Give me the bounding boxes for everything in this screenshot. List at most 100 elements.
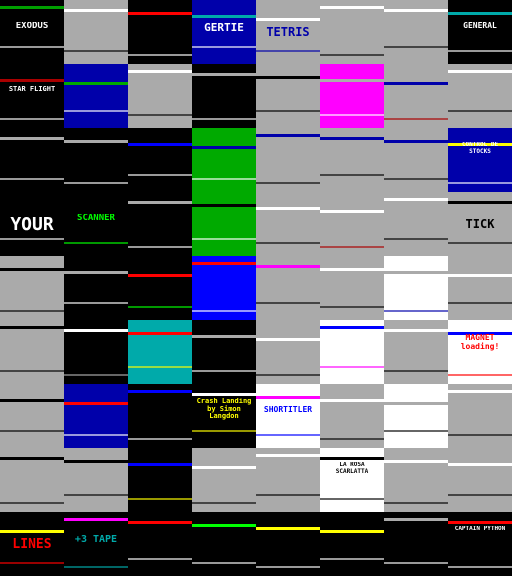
thumbnail-stripe [448, 566, 512, 568]
thumbnail-tile[interactable] [448, 64, 512, 128]
thumbnail-tile[interactable] [384, 0, 448, 64]
thumbnail-tile[interactable] [384, 256, 448, 320]
thumbnail-tile[interactable] [320, 320, 384, 384]
thumbnail-tile[interactable] [320, 64, 384, 128]
thumbnail-stripe [192, 15, 256, 18]
thumbnail-tile[interactable] [128, 64, 192, 128]
thumbnail-tile[interactable] [128, 384, 192, 448]
thumbnail-tile[interactable]: STAR FLIGHT [0, 64, 64, 128]
thumbnail-tile[interactable] [192, 320, 256, 384]
thumbnail-stripe [320, 366, 384, 368]
thumbnail-tile[interactable]: LA ROSA SCARLATTA [320, 448, 384, 512]
thumbnail-tile[interactable] [384, 192, 448, 256]
thumbnail-tile[interactable] [64, 128, 128, 192]
thumbnail-tile[interactable] [256, 256, 320, 320]
thumbnail-tile[interactable] [320, 256, 384, 320]
thumbnail-tile[interactable]: SCANNER [64, 192, 128, 256]
thumbnail-tile[interactable]: YOUR [0, 192, 64, 256]
thumbnail-tile[interactable] [192, 448, 256, 512]
thumbnail-tile[interactable] [128, 448, 192, 512]
thumbnail-tile[interactable] [384, 64, 448, 128]
thumbnail-tile[interactable] [128, 128, 192, 192]
thumbnail-stripe [128, 201, 192, 204]
thumbnail-tile[interactable] [128, 0, 192, 64]
thumbnail-tile[interactable] [256, 320, 320, 384]
thumbnail-tile[interactable]: Crash Landing by Simon Langdon [192, 384, 256, 448]
thumbnail-tile[interactable]: TICK [448, 192, 512, 256]
thumbnail-stripe [320, 210, 384, 213]
thumbnail-tile[interactable] [192, 128, 256, 192]
thumbnail-stripe [256, 18, 320, 21]
thumbnail-tile[interactable] [64, 384, 128, 448]
thumbnail-tile[interactable] [0, 384, 64, 448]
thumbnail-stripe [192, 310, 256, 312]
thumbnail-stripe [0, 457, 64, 460]
thumbnail-tile[interactable] [384, 384, 448, 448]
thumbnail-stripe [256, 50, 320, 52]
thumbnail-tile[interactable] [256, 192, 320, 256]
thumbnail-tile[interactable] [384, 448, 448, 512]
thumbnail-stripe [64, 329, 128, 332]
thumbnail-tile[interactable] [128, 512, 192, 576]
thumbnail-stripe [384, 502, 448, 504]
thumbnail-tile[interactable] [384, 512, 448, 576]
thumbnail-stripe [0, 79, 64, 82]
thumbnail-tile[interactable]: TETRIS [256, 0, 320, 64]
thumbnail-tile[interactable] [128, 192, 192, 256]
thumbnail-tile[interactable] [256, 64, 320, 128]
thumbnail-tile[interactable] [0, 448, 64, 512]
thumbnail-tile[interactable] [384, 320, 448, 384]
thumbnail-tile[interactable]: GERTIE [192, 0, 256, 64]
thumbnail-stripe [384, 562, 448, 564]
thumbnail-tile[interactable] [128, 256, 192, 320]
thumbnail-tile[interactable] [256, 512, 320, 576]
thumbnail-tile[interactable] [320, 512, 384, 576]
thumbnail-tile[interactable] [192, 256, 256, 320]
thumbnail-stripe [256, 434, 320, 436]
thumbnail-stripe [0, 6, 64, 9]
thumbnail-tile[interactable] [64, 256, 128, 320]
thumbnail-tile[interactable] [0, 256, 64, 320]
thumbnail-tile[interactable] [64, 320, 128, 384]
thumbnail-stripe [128, 558, 192, 560]
thumbnail-stripe [128, 332, 192, 335]
thumbnail-stripe [64, 302, 128, 304]
thumbnail-tile[interactable] [192, 64, 256, 128]
thumbnail-tile[interactable] [320, 0, 384, 64]
thumbnail-tile[interactable] [448, 256, 512, 320]
thumbnail-stripe [384, 118, 448, 120]
thumbnail-tile[interactable]: GENERAL [448, 0, 512, 64]
thumbnail-tile[interactable] [0, 320, 64, 384]
thumbnail-stripe [128, 438, 192, 440]
thumbnail-stripe [256, 207, 320, 210]
thumbnail-tile[interactable] [64, 64, 128, 128]
thumbnail-tile[interactable] [64, 0, 128, 64]
thumbnail-tile[interactable] [0, 128, 64, 192]
thumbnail-tile[interactable]: MAGNET loading! [448, 320, 512, 384]
thumbnail-tile[interactable] [448, 384, 512, 448]
thumbnail-tile[interactable] [320, 128, 384, 192]
thumbnail-tile[interactable] [256, 128, 320, 192]
thumbnail-tile[interactable]: +3 TAPE [64, 512, 128, 576]
thumbnail-tile[interactable] [384, 128, 448, 192]
thumbnail-stripe [192, 430, 256, 432]
thumbnail-tile[interactable]: CAPTAIN PYTHON [448, 512, 512, 576]
thumbnail-title: CONTROL DE STOCKS [461, 142, 499, 155]
thumbnail-tile[interactable] [128, 320, 192, 384]
thumbnail-tile[interactable] [320, 192, 384, 256]
thumbnail-stripe [320, 54, 384, 56]
thumbnail-tile[interactable]: CONTROL DE STOCKS [448, 128, 512, 192]
thumbnail-tile[interactable] [64, 448, 128, 512]
thumbnail-tile[interactable]: SHORTITLER [256, 384, 320, 448]
thumbnail-tile[interactable] [320, 384, 384, 448]
thumbnail-tile[interactable] [256, 448, 320, 512]
thumbnail-tile[interactable]: EXODUS [0, 0, 64, 64]
thumbnail-tile[interactable] [192, 192, 256, 256]
thumbnail-stripe [128, 390, 192, 393]
thumbnail-stripe [384, 140, 448, 143]
thumbnail-stripe [320, 137, 384, 140]
thumbnail-tile[interactable] [448, 448, 512, 512]
thumbnail-stripe [128, 114, 192, 116]
thumbnail-tile[interactable] [192, 512, 256, 576]
thumbnail-tile[interactable]: LINES [0, 512, 64, 576]
